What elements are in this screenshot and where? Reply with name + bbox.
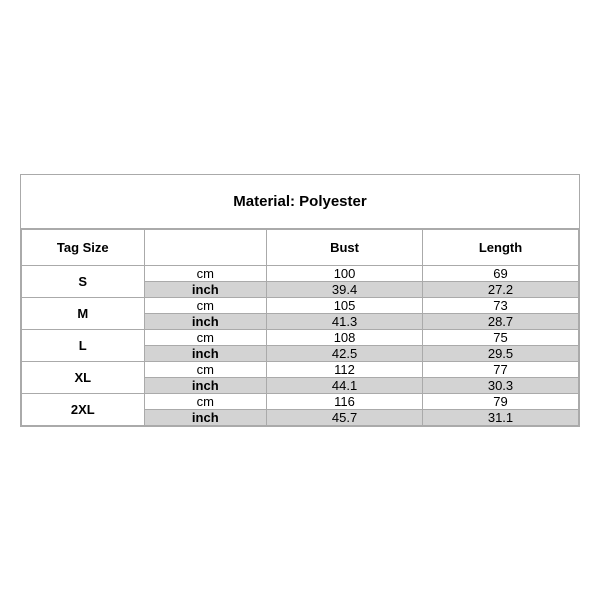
length-cm: 79 <box>423 393 579 409</box>
length-cm: 69 <box>423 265 579 281</box>
bust-inch: 44.1 <box>267 377 423 393</box>
table-row: S cm 100 69 <box>22 265 579 281</box>
header-unit-empty <box>144 229 267 265</box>
length-cm: 75 <box>423 329 579 345</box>
table-header-row: Tag Size Bust Length <box>22 229 579 265</box>
bust-cm: 108 <box>267 329 423 345</box>
length-inch: 28.7 <box>423 313 579 329</box>
tag-size-cell: M <box>22 297 145 329</box>
unit-inch: inch <box>144 313 267 329</box>
unit-cm: cm <box>144 329 267 345</box>
table-row: M cm 105 73 <box>22 297 579 313</box>
bust-cm: 112 <box>267 361 423 377</box>
bust-cm: 105 <box>267 297 423 313</box>
size-table: Tag Size Bust Length S cm 100 69 inch 39… <box>21 229 579 426</box>
tag-size-cell: XL <box>22 361 145 393</box>
size-chart-container: Material: Polyester Tag Size Bust Length… <box>20 174 580 427</box>
header-tag-size: Tag Size <box>22 229 145 265</box>
unit-inch: inch <box>144 345 267 361</box>
header-bust: Bust <box>267 229 423 265</box>
length-cm: 73 <box>423 297 579 313</box>
bust-inch: 45.7 <box>267 409 423 425</box>
table-row: L cm 108 75 <box>22 329 579 345</box>
tag-size-cell: L <box>22 329 145 361</box>
unit-inch: inch <box>144 377 267 393</box>
table-row: 2XL cm 116 79 <box>22 393 579 409</box>
length-inch: 27.2 <box>423 281 579 297</box>
bust-cm: 116 <box>267 393 423 409</box>
header-length: Length <box>423 229 579 265</box>
length-cm: 77 <box>423 361 579 377</box>
unit-cm: cm <box>144 265 267 281</box>
bust-inch: 41.3 <box>267 313 423 329</box>
bust-cm: 100 <box>267 265 423 281</box>
chart-title: Material: Polyester <box>21 175 579 229</box>
bust-inch: 39.4 <box>267 281 423 297</box>
table-row: XL cm 112 77 <box>22 361 579 377</box>
unit-cm: cm <box>144 393 267 409</box>
length-inch: 31.1 <box>423 409 579 425</box>
unit-inch: inch <box>144 281 267 297</box>
unit-cm: cm <box>144 361 267 377</box>
tag-size-cell: 2XL <box>22 393 145 425</box>
unit-cm: cm <box>144 297 267 313</box>
unit-inch: inch <box>144 409 267 425</box>
tag-size-cell: S <box>22 265 145 297</box>
bust-inch: 42.5 <box>267 345 423 361</box>
length-inch: 29.5 <box>423 345 579 361</box>
length-inch: 30.3 <box>423 377 579 393</box>
